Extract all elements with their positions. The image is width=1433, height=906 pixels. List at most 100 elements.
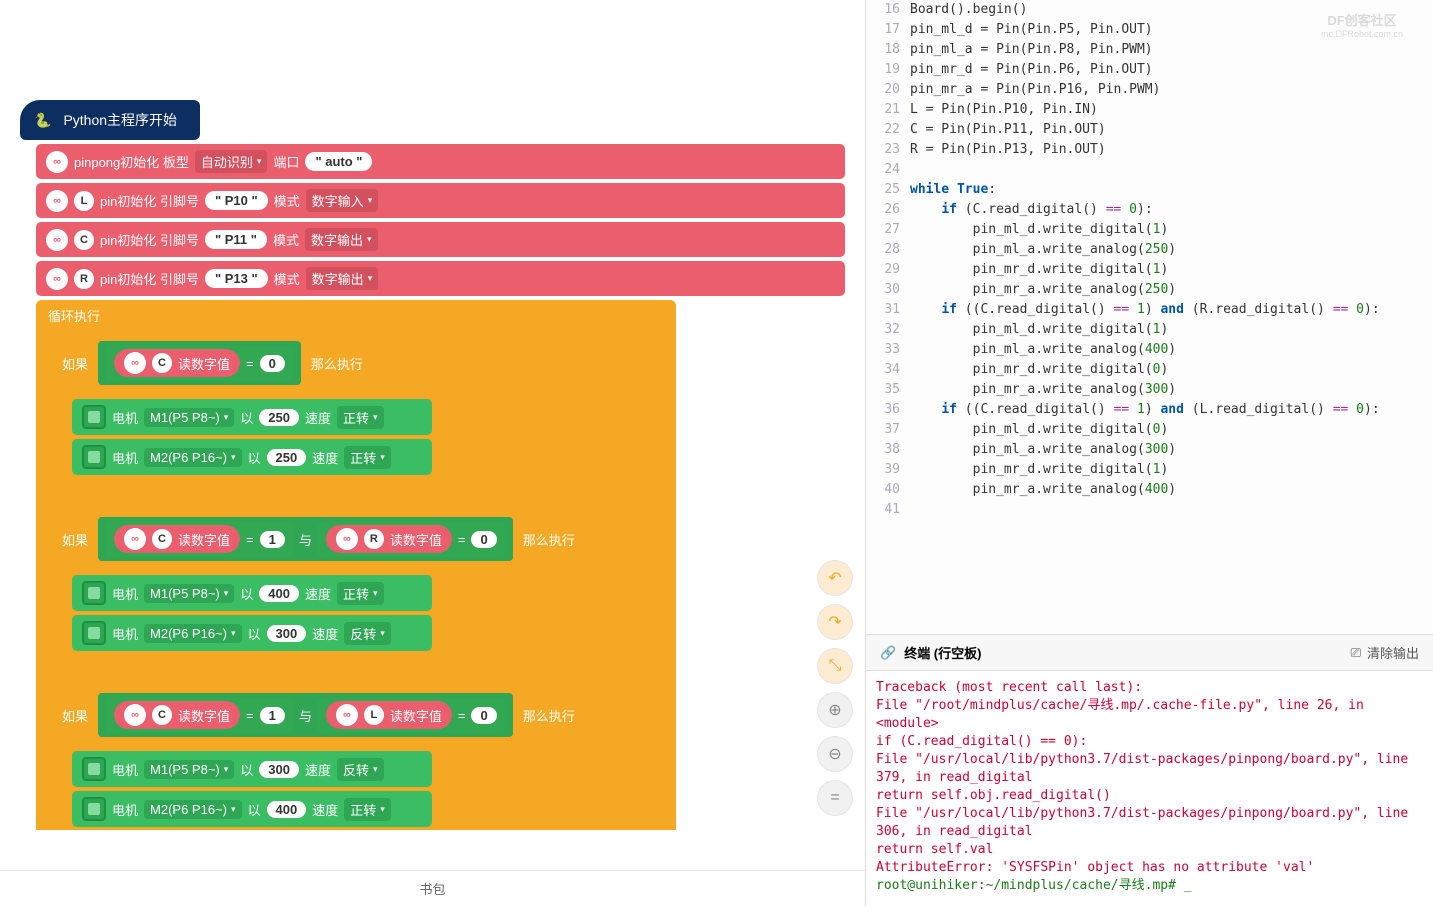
compare-block[interactable]: ∞C读数字值 = 0 (106, 345, 293, 381)
terminal-output[interactable]: Traceback (most recent call last): File … (866, 671, 1433, 906)
speed-value[interactable]: 400 (267, 801, 307, 818)
compare-value[interactable]: 0 (471, 707, 496, 724)
pin-number[interactable]: " P13 " (205, 269, 268, 288)
if-block[interactable]: 如果∞C读数字值 = 0那么执行电机M1(P5 P8~)以250速度正转电机M2… (50, 333, 450, 503)
compare-block[interactable]: ∞C读数字值 = 1 (106, 521, 293, 557)
code-line[interactable]: 23R = Pin(Pin.P13, Pin.OUT) (866, 140, 1433, 160)
code-line[interactable]: 25while True: (866, 180, 1433, 200)
pin-init-L-block[interactable]: ∞ L pin初始化 引脚号 " P10 " 模式 数字输入 (36, 183, 845, 218)
code-line[interactable]: 33 pin_ml_a.write_analog(400) (866, 340, 1433, 360)
compare-block[interactable]: ∞C读数字值 = 1 (106, 697, 293, 733)
block-canvas[interactable]: 🐍 Python主程序开始 ∞ pinpong初始化 板型 自动识别 端口 " … (0, 0, 865, 830)
pin-number[interactable]: " P11 " (205, 230, 267, 249)
condition[interactable]: ∞C读数字值 = 1与∞L读数字值 = 0 (98, 693, 513, 737)
pin-mode-dropdown[interactable]: 数字输入 (306, 189, 379, 212)
port-value[interactable]: " auto " (305, 152, 372, 171)
if-block[interactable]: 如果∞C读数字值 = 1与∞L读数字值 = 0那么执行电机M1(P5 P8~)以… (50, 685, 650, 830)
pin-init-R-block[interactable]: ∞ R pin初始化 引脚号 " P13 " 模式 数字输出 (36, 261, 845, 296)
code-line[interactable]: 28 pin_ml_a.write_analog(250) (866, 240, 1433, 260)
pinpong-init-block[interactable]: ∞ pinpong初始化 板型 自动识别 端口 " auto " (36, 144, 845, 179)
code-line[interactable]: 20pin_mr_a = Pin(Pin.P16, Pin.PWM) (866, 80, 1433, 100)
pinpong-icon: ∞ (124, 528, 146, 550)
read-digital-oval[interactable]: ∞C读数字值 (114, 701, 240, 729)
code-line[interactable]: 32 pin_ml_d.write_digital(1) (866, 320, 1433, 340)
motor-block[interactable]: 电机M2(P6 P16~)以300速度反转 (72, 615, 432, 651)
speed-value[interactable]: 250 (259, 409, 299, 426)
motor-select-dropdown[interactable]: M1(P5 P8~) (144, 408, 234, 427)
direction-dropdown[interactable]: 反转 (344, 622, 391, 645)
code-line[interactable]: 30 pin_mr_a.write_analog(250) (866, 280, 1433, 300)
read-digital-oval[interactable]: ∞L读数字值 (326, 701, 452, 729)
board-type-dropdown[interactable]: 自动识别 (195, 150, 268, 173)
code-line[interactable]: 34 pin_mr_d.write_digital(0) (866, 360, 1433, 380)
code-line[interactable]: 31 if ((C.read_digital() == 1) and (R.re… (866, 300, 1433, 320)
motor-select-dropdown[interactable]: M1(P5 P8~) (144, 584, 234, 603)
read-digital-oval[interactable]: ∞R读数字值 (326, 525, 452, 553)
code-line[interactable]: 22C = Pin(Pin.P11, Pin.OUT) (866, 120, 1433, 140)
undo-button[interactable]: ↶ (817, 560, 853, 596)
condition[interactable]: ∞C读数字值 = 1与∞R读数字值 = 0 (98, 517, 513, 561)
motor-block[interactable]: 电机M1(P5 P8~)以250速度正转 (72, 399, 432, 435)
compare-value[interactable]: 0 (260, 355, 285, 372)
pin-mode-dropdown[interactable]: 数字输出 (306, 267, 379, 290)
recenter-button[interactable]: = (817, 780, 853, 816)
speed-value[interactable]: 250 (267, 449, 307, 466)
condition[interactable]: ∞C读数字值 = 0 (98, 341, 301, 385)
code-line[interactable]: 37 pin_ml_d.write_digital(0) (866, 420, 1433, 440)
read-digital-oval[interactable]: ∞C读数字值 (114, 349, 240, 377)
motor-icon (82, 621, 106, 645)
direction-dropdown[interactable]: 正转 (344, 798, 391, 821)
motor-select-dropdown[interactable]: M2(P6 P16~) (144, 800, 241, 819)
motor-block[interactable]: 电机M1(P5 P8~)以300速度反转 (72, 751, 432, 787)
code-line[interactable]: 38 pin_ml_a.write_analog(300) (866, 440, 1433, 460)
direction-dropdown[interactable]: 正转 (337, 582, 384, 605)
motor-block[interactable]: 电机M2(P6 P16~)以250速度正转 (72, 439, 432, 475)
speed-value[interactable]: 400 (259, 585, 299, 602)
code-line[interactable]: 39 pin_mr_d.write_digital(1) (866, 460, 1433, 480)
code-line[interactable]: 24 (866, 160, 1433, 180)
code-line[interactable]: 18pin_ml_a = Pin(Pin.P8, Pin.PWM) (866, 40, 1433, 60)
code-line[interactable]: 27 pin_ml_d.write_digital(1) (866, 220, 1433, 240)
code-line[interactable]: 41 (866, 500, 1433, 520)
compare-block[interactable]: ∞R读数字值 = 0 (318, 521, 505, 557)
code-line[interactable]: 35 pin_mr_a.write_analog(300) (866, 380, 1433, 400)
clear-output-button[interactable]: ⎚ 清除输出 (1351, 643, 1419, 662)
code-line[interactable]: 29 pin_mr_d.write_digital(1) (866, 260, 1433, 280)
python-main-start-block[interactable]: 🐍 Python主程序开始 (20, 100, 200, 140)
compare-value[interactable]: 0 (471, 531, 496, 548)
compare-value[interactable]: 1 (260, 707, 285, 724)
motor-select-dropdown[interactable]: M2(P6 P16~) (144, 448, 241, 467)
pin-mode-dropdown[interactable]: 数字输出 (305, 228, 378, 251)
code-line[interactable]: 19pin_mr_d = Pin(Pin.P6, Pin.OUT) (866, 60, 1433, 80)
pin-init-C-block[interactable]: ∞ C pin初始化 引脚号 " P11 " 模式 数字输出 (36, 222, 845, 257)
line-number: 21 (866, 100, 910, 120)
code-line[interactable]: 36 if ((C.read_digital() == 1) and (L.re… (866, 400, 1433, 420)
pin-number[interactable]: " P10 " (205, 191, 268, 210)
pinpong-icon: ∞ (336, 528, 358, 550)
motor-block[interactable]: 电机M1(P5 P8~)以400速度正转 (72, 575, 432, 611)
code-line[interactable]: 21L = Pin(Pin.P10, Pin.IN) (866, 100, 1433, 120)
zoom-out-button[interactable]: ⊖ (817, 736, 853, 772)
forever-loop-block[interactable]: 循环执行 如果∞C读数字值 = 0那么执行电机M1(P5 P8~)以250速度正… (36, 300, 676, 830)
direction-dropdown[interactable]: 反转 (337, 758, 384, 781)
direction-dropdown[interactable]: 正转 (344, 446, 391, 469)
compare-block[interactable]: ∞L读数字值 = 0 (318, 697, 505, 733)
crop-button[interactable]: ⤡ (817, 648, 853, 684)
code-editor[interactable]: 16Board().begin()17pin_ml_d = Pin(Pin.P5… (866, 0, 1433, 634)
compare-value[interactable]: 1 (260, 531, 285, 548)
zoom-in-button[interactable]: ⊕ (817, 692, 853, 728)
if-block[interactable]: 如果∞C读数字值 = 1与∞R读数字值 = 0那么执行电机M1(P5 P8~)以… (50, 509, 650, 679)
line-number: 31 (866, 300, 910, 320)
code-line[interactable]: 26 if (C.read_digital() == 0): (866, 200, 1433, 220)
speed-value[interactable]: 300 (259, 761, 299, 778)
direction-dropdown[interactable]: 正转 (337, 406, 384, 429)
motor-block[interactable]: 电机M2(P6 P16~)以400速度正转 (72, 791, 432, 827)
pinpong-icon: ∞ (124, 352, 146, 374)
read-digital-oval[interactable]: ∞C读数字值 (114, 525, 240, 553)
motor-select-dropdown[interactable]: M2(P6 P16~) (144, 624, 241, 643)
speed-value[interactable]: 300 (267, 625, 307, 642)
bottom-bar[interactable]: 书包 (0, 870, 865, 906)
code-line[interactable]: 40 pin_mr_a.write_analog(400) (866, 480, 1433, 500)
redo-button[interactable]: ↷ (817, 604, 853, 640)
motor-select-dropdown[interactable]: M1(P5 P8~) (144, 760, 234, 779)
